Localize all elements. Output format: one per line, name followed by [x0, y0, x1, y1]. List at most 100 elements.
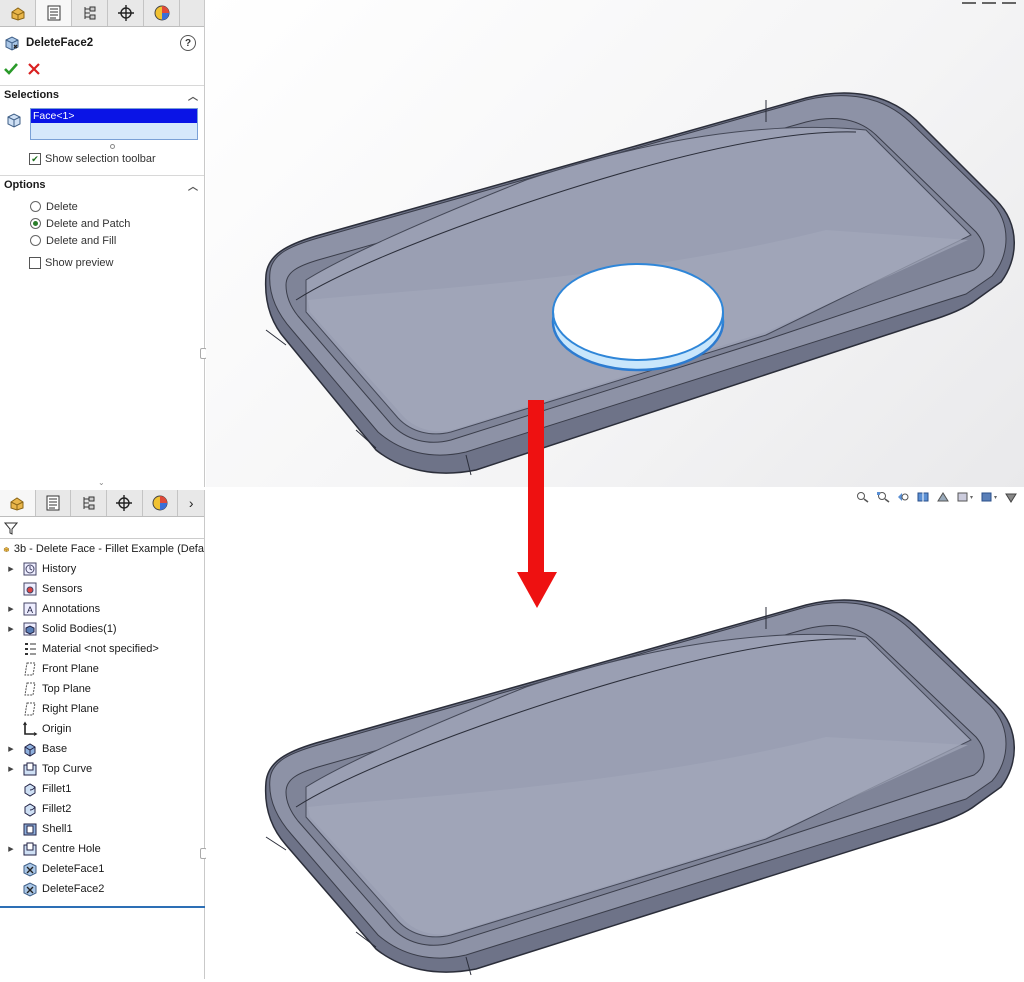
rollback-bar[interactable]: [0, 906, 205, 908]
section-view-icon[interactable]: [916, 491, 930, 503]
feature-tree-item[interactable]: Origin: [0, 719, 204, 739]
graphics-area-before[interactable]: [206, 0, 1024, 487]
selections-group: Face<1>: [0, 104, 204, 140]
feature-tree-item-label: Annotations: [42, 603, 101, 615]
feature-tree-item[interactable]: Shell1: [0, 819, 204, 839]
feature-tree-item[interactable]: Front Plane: [0, 659, 204, 679]
feature-tree-item-label: Fillet2: [42, 803, 72, 815]
shell-icon: [22, 821, 38, 837]
options-section-header[interactable]: Options ︿: [0, 175, 204, 194]
feature-tree-item[interactable]: DeleteFace2: [0, 879, 204, 899]
solid-bodies-icon: [22, 621, 38, 637]
tab-display-manager[interactable]: [144, 0, 180, 26]
tray-model-hole-removed[interactable]: [206, 487, 1024, 979]
selections-section-header[interactable]: Selections ︿: [0, 85, 204, 104]
radio-selected-icon[interactable]: [30, 218, 41, 229]
feature-tree-item-label: Base: [42, 743, 68, 755]
feature-manager-icon: [10, 497, 24, 511]
checkbox-empty-icon[interactable]: [29, 257, 41, 269]
help-icon[interactable]: ?: [180, 35, 196, 51]
tab-feature-manager[interactable]: [0, 0, 36, 26]
feature-tree-item[interactable]: ▶ Solid Bodies(1): [0, 619, 204, 639]
feature-tree-item[interactable]: ▶ Base: [0, 739, 204, 759]
faces-selection-box[interactable]: Face<1>: [30, 108, 198, 140]
feature-tree-item-label: Front Plane: [42, 663, 99, 675]
zoom-to-area-icon[interactable]: [876, 491, 890, 503]
ok-checkmark-icon[interactable]: [3, 61, 19, 77]
red-arrow-head: [517, 572, 557, 608]
ok-cancel-row: [0, 57, 204, 81]
tray-model-with-hole[interactable]: [206, 0, 1024, 487]
expand-arrow-icon[interactable]: ▶: [4, 845, 18, 853]
hide-show-items-icon[interactable]: [1004, 491, 1018, 503]
feature-tree-item[interactable]: ▶ A Annotations: [0, 599, 204, 619]
show-selection-toolbar-checkbox[interactable]: ✔ Show selection toolbar: [0, 149, 204, 169]
tab-feature-manager[interactable]: [0, 490, 36, 516]
manager-tabs: [0, 0, 204, 27]
display-style-icon[interactable]: [980, 491, 998, 503]
tree-filter[interactable]: [0, 518, 204, 539]
option-delete-and-patch-radio[interactable]: Delete and Patch: [0, 215, 204, 232]
options-header-label: Options: [4, 179, 46, 191]
view-orientation-icon[interactable]: [956, 491, 974, 503]
appearance-icon: [154, 5, 169, 21]
expand-arrow-icon[interactable]: ▶: [4, 625, 18, 633]
feature-tree-item[interactable]: DeleteFace1: [0, 859, 204, 879]
feature-tree-item[interactable]: Right Plane: [0, 699, 204, 719]
expand-arrow-icon[interactable]: ▶: [4, 765, 18, 773]
option-delete-radio[interactable]: Delete: [0, 198, 204, 215]
graphics-area-after[interactable]: [206, 487, 1024, 979]
dynamic-annotation-icon[interactable]: [936, 491, 950, 503]
delete-face-icon: [22, 861, 38, 877]
cut-icon: [22, 761, 38, 777]
more-tabs-chevron-icon[interactable]: ›: [178, 490, 204, 516]
tab-configuration-manager[interactable]: [71, 490, 107, 516]
option-delete-and-fill-label: Delete and Fill: [46, 234, 117, 247]
feature-tree-item[interactable]: ▶ Centre Hole: [0, 839, 204, 859]
feature-tree-item[interactable]: Fillet1: [0, 779, 204, 799]
radio-empty-icon[interactable]: [30, 201, 41, 212]
tab-configuration-manager[interactable]: [72, 0, 108, 26]
material-icon: [22, 641, 38, 657]
red-arrow-shaft: [528, 485, 544, 575]
feature-tree-item[interactable]: Material <not specified>: [0, 639, 204, 659]
tab-display-manager[interactable]: [143, 490, 179, 516]
filter-icon[interactable]: [4, 521, 18, 535]
show-preview-checkbox[interactable]: Show preview: [0, 253, 204, 273]
display-style-icon[interactable]: [1002, 0, 1016, 4]
previous-view-icon[interactable]: [896, 491, 910, 503]
cancel-x-icon[interactable]: [27, 62, 41, 76]
property-manager-panel: DeleteFace2 ? Selections ︿ Face<1> ✔ Sho…: [0, 0, 207, 487]
panel-resize-icon[interactable]: ⌄: [98, 478, 105, 487]
show-selection-toolbar-label: Show selection toolbar: [45, 153, 156, 165]
collapse-chevron-icon[interactable]: ︿: [188, 178, 198, 193]
tree-root-part[interactable]: 3b - Delete Face - Fillet Example (Defa: [0, 539, 204, 559]
expand-arrow-icon[interactable]: ▶: [4, 745, 18, 753]
zoom-to-fit-icon[interactable]: [856, 491, 870, 503]
part-icon: [3, 546, 9, 552]
expand-arrow-icon[interactable]: ▶: [4, 605, 18, 613]
history-icon: [22, 561, 38, 577]
selected-face-item[interactable]: Face<1>: [31, 109, 197, 123]
feature-tree-item[interactable]: Top Plane: [0, 679, 204, 699]
feature-tree-item[interactable]: Fillet2: [0, 799, 204, 819]
feature-tree-item[interactable]: Sensors: [0, 579, 204, 599]
tab-property-manager[interactable]: [36, 0, 72, 26]
feature-tree-item[interactable]: ▶ History: [0, 559, 204, 579]
collapse-chevron-icon[interactable]: ︿: [188, 88, 198, 103]
tab-dimxpert-manager[interactable]: [107, 490, 143, 516]
radio-empty-icon[interactable]: [30, 235, 41, 246]
zoom-icon[interactable]: [962, 0, 976, 4]
feature-tree-item-label: Top Plane: [42, 683, 91, 695]
checkbox-checked-icon[interactable]: ✔: [29, 153, 41, 165]
configuration-manager-icon: [84, 6, 95, 20]
feature-tree-item[interactable]: ▶ Top Curve: [0, 759, 204, 779]
origin-icon: [22, 721, 38, 737]
option-delete-and-fill-radio[interactable]: Delete and Fill: [0, 232, 204, 249]
tab-property-manager[interactable]: [36, 490, 72, 516]
fillet-icon: [22, 801, 38, 817]
tab-dimxpert-manager[interactable]: [108, 0, 144, 26]
expand-arrow-icon[interactable]: ▶: [4, 565, 18, 573]
view-icon[interactable]: [982, 0, 996, 4]
fillet-icon: [22, 781, 38, 797]
